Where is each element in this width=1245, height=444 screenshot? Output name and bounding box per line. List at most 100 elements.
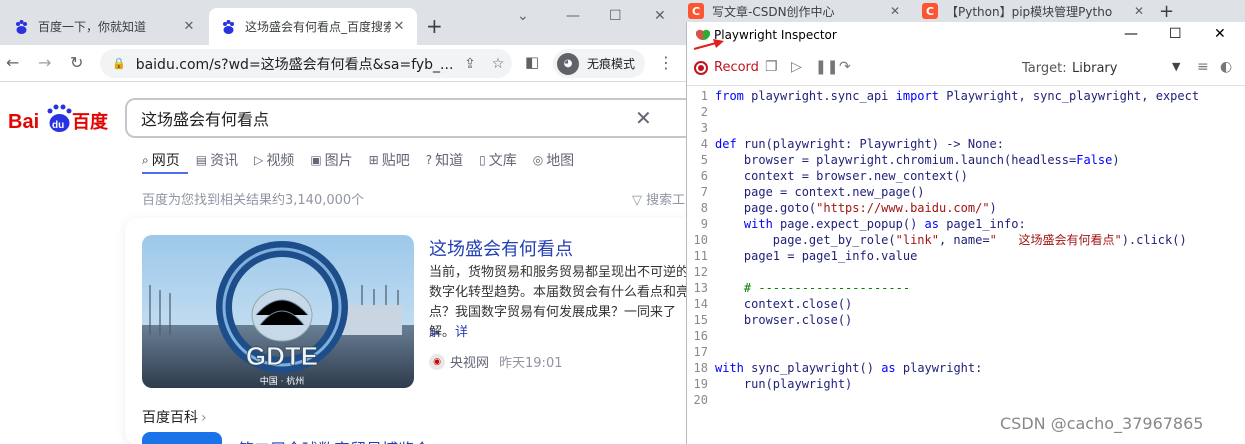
navtab-web[interactable]: ⌕ 网页 [142, 150, 180, 170]
reload-icon[interactable]: ↻ [70, 53, 83, 72]
navtab-zhidao[interactable]: ? 知道 [426, 150, 463, 170]
code-token: import [895, 89, 939, 103]
code-token: "link" [895, 233, 939, 247]
close-tab-icon[interactable]: ✕ [391, 19, 407, 34]
video-icon: ▷ [254, 153, 264, 167]
background-tab-strip: C 写文章-CSDN创作中心 ✕ C 【Python】pip模块管理Pytho … [686, 0, 1245, 22]
close-tab-icon[interactable]: ✕ [890, 4, 900, 18]
clear-icon[interactable]: ≡ [1197, 59, 1209, 75]
search-query: 这场盛会有何看点 [141, 110, 270, 129]
baike-label: 百度百科 [142, 410, 198, 426]
clear-search-icon[interactable]: ✕ [635, 106, 652, 130]
code-line: 18 with sync_playwright() as playwright: [687, 360, 1245, 376]
target-select[interactable]: Library [1072, 61, 1117, 76]
result-title-link[interactable]: 这场盛会有何看点 [429, 235, 573, 261]
close-window-icon[interactable]: ✕ [654, 8, 666, 24]
code-line: 13 # --------------------- [687, 280, 1245, 296]
pause-icon[interactable]: ❚❚ [815, 59, 838, 75]
search-icon: ⌕ [142, 152, 149, 167]
question-icon: ? [425, 153, 433, 167]
navtab-map[interactable]: ◎ 地图 [533, 150, 574, 170]
close-tab-icon[interactable]: ✕ [181, 19, 197, 34]
record-icon[interactable] [694, 61, 708, 75]
search-input[interactable]: 这场盛会有何看点 ✕ [125, 98, 686, 138]
navtab-label: 地图 [546, 153, 575, 169]
minimize-icon[interactable]: — [566, 8, 580, 24]
navtab-wenku[interactable]: ▯ 文库 [479, 150, 517, 170]
menu-kebab-icon[interactable]: ⋮ [658, 53, 674, 72]
code-token: , name= [938, 233, 990, 247]
code-line: 20 [687, 392, 1245, 408]
address-bar[interactable]: 🔒 baidu.com/s?wd=这场盛会有何看点&sa=fyb_... ⇪ ☆ [100, 49, 512, 78]
line-number: 16 [693, 329, 708, 343]
navtab-label: 网页 [151, 153, 180, 169]
close-tab-icon[interactable]: ✕ [1134, 4, 1144, 18]
code-token: context.close() [715, 297, 853, 311]
share-icon[interactable]: ⇪ [456, 56, 484, 72]
baike-title-link[interactable]: 第二届全球数字贸易博览会 [238, 436, 430, 444]
code-line: 2 [687, 104, 1245, 120]
code-line: 19 run(playwright) [687, 376, 1245, 392]
minimize-icon[interactable]: — [1124, 26, 1138, 42]
forward-icon[interactable]: → [38, 53, 51, 72]
tab-strip: 百度一下，你就知道 ✕ 这场盛会有何看点_百度搜索 ✕ + ⌄ — ☐ ✕ [0, 0, 686, 45]
navtab-video[interactable]: ▷ 视频 [254, 150, 294, 170]
copy-icon[interactable]: ❐ [765, 59, 778, 75]
baidu-logo-graphic: Bai du 百度 [8, 104, 109, 133]
tab-title: 百度一下，你就知道 [38, 20, 147, 34]
code-token: run(playwright: Playwright) -> None: [736, 137, 1004, 151]
code-token: ).click() [1121, 233, 1187, 247]
code-line: 9 with page.expect_popup() as page1_info… [687, 216, 1245, 232]
result-count: 百度为您找到相关结果约3,140,000个 [142, 193, 365, 208]
chevron-down-icon[interactable]: ⌄ [517, 8, 529, 24]
navtab-news[interactable]: ▤ 资讯 [196, 150, 238, 170]
svg-text:GDTE: GDTE [246, 341, 318, 371]
cctv-icon: ◉ [429, 353, 445, 370]
chevron-down-icon[interactable]: ▼ [1172, 60, 1180, 73]
result-snippet: 当前，货物贸易和服务贸易都呈现出不可逆的数字化转型趋势。本届数贸会有什么看点和亮… [429, 263, 686, 343]
snippet-more-link[interactable]: 详 [455, 325, 468, 340]
theme-toggle-icon[interactable]: ◐ [1220, 59, 1232, 75]
code-editor[interactable]: 1 from playwright.sync_api import Playwri… [687, 88, 1245, 428]
code-line: 11 page1 = page1_info.value [687, 248, 1245, 264]
svg-text:百度: 百度 [72, 111, 109, 133]
baidu-logo[interactable]: Bai du 百度 [8, 99, 112, 137]
snippet-arrow-link[interactable]: > [429, 326, 440, 341]
maximize-icon[interactable]: ☐ [609, 8, 622, 24]
code-token: "https://www.baidu.com/" [816, 201, 990, 215]
playwright-inspector-window: Playwright Inspector — ☐ ✕ Record ❐ ▷ ❚❚… [686, 22, 1245, 444]
line-number: 18 [693, 361, 708, 375]
line-number: 8 [700, 201, 708, 215]
code-token: ) [989, 201, 997, 215]
navtab-tieba[interactable]: ⊞ 贴吧 [369, 150, 410, 170]
result-thumbnail[interactable]: GDTE 中国 · 杭州 [142, 235, 414, 388]
code-token: page1_info: [938, 217, 1026, 231]
back-icon[interactable]: ← [6, 53, 19, 72]
code-token: page = context.new_page() [715, 185, 925, 199]
new-tab-button[interactable]: + [1159, 0, 1174, 22]
incognito-label: 无痕模式 [587, 57, 636, 71]
maximize-icon[interactable]: ☐ [1169, 26, 1182, 42]
side-panel-icon[interactable]: ◧ [525, 53, 539, 71]
inspector-title: Playwright Inspector [714, 28, 837, 42]
code-token: page1 = page1_info.value [715, 249, 918, 263]
step-over-icon[interactable]: ↷ [839, 59, 851, 75]
tab-csdn-python[interactable]: C 【Python】pip模块管理Pytho ✕ [922, 0, 1150, 22]
record-button-label[interactable]: Record [714, 60, 759, 75]
tab-baidu-search[interactable]: 这场盛会有何看点_百度搜索 ✕ [209, 8, 417, 45]
incognito-badge[interactable]: ◕ 无痕模式 [553, 49, 646, 78]
navtab-images[interactable]: ▣ 图片 [310, 150, 352, 170]
bookmark-star-icon[interactable]: ☆ [484, 56, 512, 72]
baike-header[interactable]: 百度百科 › [142, 407, 207, 427]
tab-csdn-write[interactable]: C 写文章-CSDN创作中心 ✕ [686, 0, 904, 22]
baike-thumbnail[interactable] [142, 432, 222, 444]
tab-baidu-home[interactable]: 百度一下，你就知道 ✕ [2, 8, 207, 45]
close-window-icon[interactable]: ✕ [1214, 26, 1226, 42]
resume-icon[interactable]: ▷ [791, 59, 802, 75]
expo-photo: GDTE 中国 · 杭州 [142, 235, 414, 388]
search-tools-button[interactable]: ▽ 搜索工 [632, 189, 685, 208]
code-token: run(playwright) [715, 377, 853, 391]
code-token: context = browser.new_context() [715, 169, 968, 183]
new-tab-button[interactable]: + [426, 14, 443, 38]
code-token: browser = playwright.chromium.launch(hea… [715, 153, 1077, 167]
